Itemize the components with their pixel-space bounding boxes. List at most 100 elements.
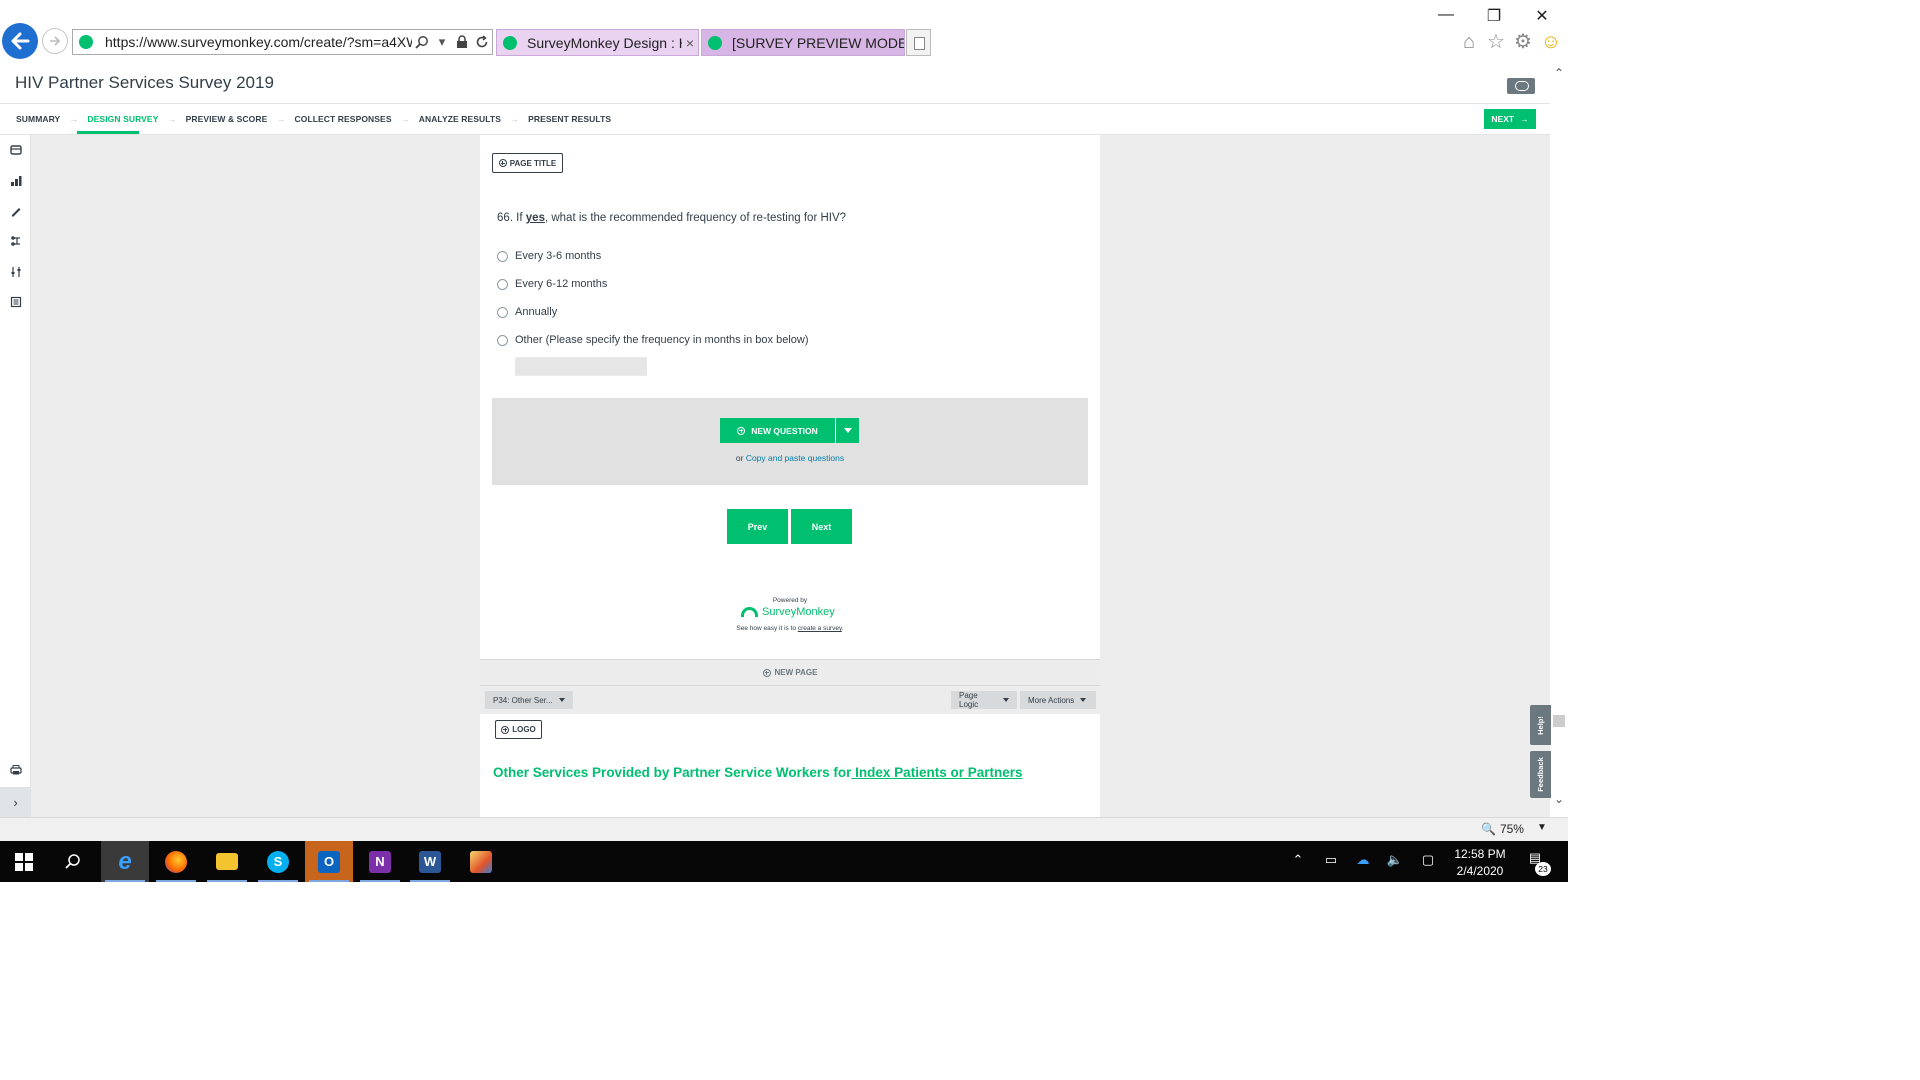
surveymonkey-favicon-icon — [708, 35, 722, 50]
smiley-feedback-icon[interactable]: ☺ — [1540, 31, 1562, 53]
taskbar-paint[interactable] — [457, 841, 505, 882]
restore-button[interactable]: ❐ — [1482, 6, 1506, 26]
page-title-button[interactable]: PAGE TITLE — [492, 153, 563, 173]
step-collect-responses[interactable]: COLLECT RESPONSES — [295, 114, 392, 124]
print-preview-icon[interactable] — [8, 296, 23, 311]
settings-gear-icon[interactable]: ⚙ — [1512, 31, 1534, 53]
new-page-button[interactable]: NEW PAGE — [480, 659, 1100, 686]
survey-title[interactable]: HIV Partner Services Survey 2019 — [15, 73, 274, 93]
feedback-tab[interactable]: Feedback — [1530, 751, 1551, 798]
new-tab-button[interactable] — [906, 29, 931, 56]
logic-branch-icon[interactable] — [8, 235, 23, 250]
taskbar-onenote[interactable]: N — [356, 841, 404, 882]
next-button[interactable]: Next — [791, 509, 852, 544]
step-analyze-results[interactable]: ANALYZE RESULTS — [419, 114, 501, 124]
internet-explorer-icon: e — [118, 847, 132, 875]
minimize-button[interactable]: — — [1434, 6, 1458, 24]
address-bar[interactable]: https://www.surveymonkey.com/create/?sm=… — [72, 29, 493, 55]
comment-bubble-icon[interactable] — [1507, 78, 1535, 94]
answer-option[interactable]: Every 3-6 months — [497, 249, 601, 263]
taskbar-firefox[interactable] — [152, 841, 200, 882]
style-brush-icon[interactable] — [8, 205, 23, 220]
browser-tab-design[interactable]: SurveyMonkey Design : HIV ... × — [496, 29, 699, 56]
lock-icon[interactable] — [452, 35, 472, 49]
scroll-up-icon[interactable]: ⌃ — [1551, 66, 1567, 80]
scrollbar-thumb[interactable] — [1553, 715, 1565, 727]
search-icon[interactable] — [412, 35, 432, 49]
back-button[interactable] — [2, 23, 38, 59]
taskbar-word[interactable]: W — [406, 841, 454, 882]
step-arrow-icon: → — [400, 114, 410, 124]
answer-option[interactable]: Every 6-12 months — [497, 277, 607, 291]
volume-icon[interactable]: 🔈 — [1386, 852, 1404, 868]
option-label: Every 6-12 months — [515, 278, 608, 290]
taskbar-file-explorer[interactable] — [203, 841, 251, 882]
tab-label: SurveyMonkey Design : HIV ... — [527, 34, 682, 51]
step-present-results[interactable]: PRESENT RESULTS — [528, 114, 611, 124]
network-icon[interactable]: ▢ — [1419, 852, 1437, 868]
answer-option[interactable]: Other (Please specify the frequency in m… — [497, 333, 808, 347]
zoom-control[interactable]: 🔍 75% — [1481, 822, 1524, 836]
caret-down-icon — [1080, 698, 1087, 702]
taskbar-clock[interactable]: 12:58 PM 2/4/2020 — [1448, 846, 1512, 880]
notification-count-badge: 23 — [1535, 862, 1551, 876]
taskbar-search-button[interactable] — [49, 841, 97, 882]
question-bank-icon[interactable] — [8, 144, 23, 159]
new-question-dropdown-button[interactable] — [835, 418, 859, 443]
taskbar-skype[interactable]: S — [254, 841, 302, 882]
logo-button[interactable]: LOGO — [495, 720, 542, 739]
step-preview-score[interactable]: PREVIEW & SCORE — [186, 114, 268, 124]
radio-button[interactable] — [497, 278, 508, 290]
page-logic-dropdown[interactable]: Page Logic — [951, 691, 1017, 709]
powered-subtext: See how easy it is to create a survey. — [700, 625, 880, 632]
next-step-button[interactable]: NEXT → — [1484, 109, 1536, 129]
page-selector-dropdown[interactable]: P34: Other Ser... — [485, 691, 573, 709]
surveymonkey-logo[interactable]: SurveyMonkey — [741, 606, 835, 618]
close-window-button[interactable]: ✕ — [1530, 6, 1554, 26]
battery-icon[interactable]: ▭ — [1322, 852, 1340, 868]
other-text-input[interactable] — [515, 357, 647, 376]
plus-circle-icon — [498, 159, 507, 167]
radio-button[interactable] — [497, 306, 508, 318]
copy-paste-link[interactable]: Copy and paste questions — [746, 453, 844, 463]
favorites-star-icon[interactable]: ☆ — [1485, 31, 1507, 53]
onedrive-cloud-icon[interactable]: ☁ — [1354, 852, 1372, 868]
home-icon[interactable]: ⌂ — [1458, 31, 1480, 53]
more-actions-dropdown[interactable]: More Actions — [1020, 691, 1096, 709]
prev-button[interactable]: Prev — [727, 509, 788, 544]
print-icon[interactable] — [8, 764, 23, 779]
browser-tab-preview[interactable]: [SURVEY PREVIEW MODE] Surv... — [701, 29, 905, 56]
address-url[interactable]: https://www.surveymonkey.com/create/?sm=… — [105, 34, 412, 50]
refresh-icon[interactable] — [472, 35, 492, 49]
step-arrow-icon: → — [69, 114, 79, 124]
step-design-survey[interactable]: DESIGN SURVEY — [87, 114, 158, 124]
workflow-steps: SUMMARY → DESIGN SURVEY → PREVIEW & SCOR… — [16, 112, 611, 126]
step-summary[interactable]: SUMMARY — [16, 114, 60, 124]
create-survey-link[interactable]: create a survey — [798, 625, 842, 632]
builder-blocks-icon[interactable] — [8, 175, 23, 190]
new-question-button[interactable]: NEW QUESTION — [720, 418, 835, 443]
show-hidden-icons-chevron-icon[interactable]: ⌃ — [1289, 852, 1307, 868]
help-tab[interactable]: Help! — [1530, 705, 1551, 745]
tab-close-icon[interactable]: × — [682, 35, 698, 51]
answer-option[interactable]: Annually — [497, 305, 557, 319]
forward-button[interactable] — [42, 28, 68, 54]
powered-sub-suffix: . — [841, 625, 844, 632]
taskbar-outlook[interactable]: O — [305, 841, 353, 882]
zoom-magnifier-icon: 🔍 — [1481, 822, 1496, 836]
question-keyword: yes — [525, 212, 545, 224]
expand-sidebar-button[interactable]: › — [0, 787, 31, 817]
page-selector-label: P34: Other Ser... — [493, 695, 553, 705]
options-sliders-icon[interactable] — [8, 266, 23, 281]
page-title-text[interactable]: Other Services Provided by Partner Servi… — [493, 765, 1022, 780]
radio-button[interactable] — [497, 334, 508, 346]
zoom-dropdown-icon[interactable]: ▼ — [1537, 822, 1547, 833]
start-button[interactable] — [0, 841, 48, 882]
radio-button[interactable] — [497, 250, 508, 262]
taskbar-internet-explorer[interactable]: e — [101, 841, 149, 882]
scroll-down-icon[interactable]: ⌄ — [1551, 792, 1567, 806]
vertical-scrollbar[interactable] — [1550, 62, 1568, 817]
step-arrow-icon: → — [167, 114, 177, 124]
question-text[interactable]: 66. If yes, what is the recommended freq… — [497, 212, 846, 224]
dropdown-arrow-icon[interactable]: ▾ — [432, 34, 452, 50]
